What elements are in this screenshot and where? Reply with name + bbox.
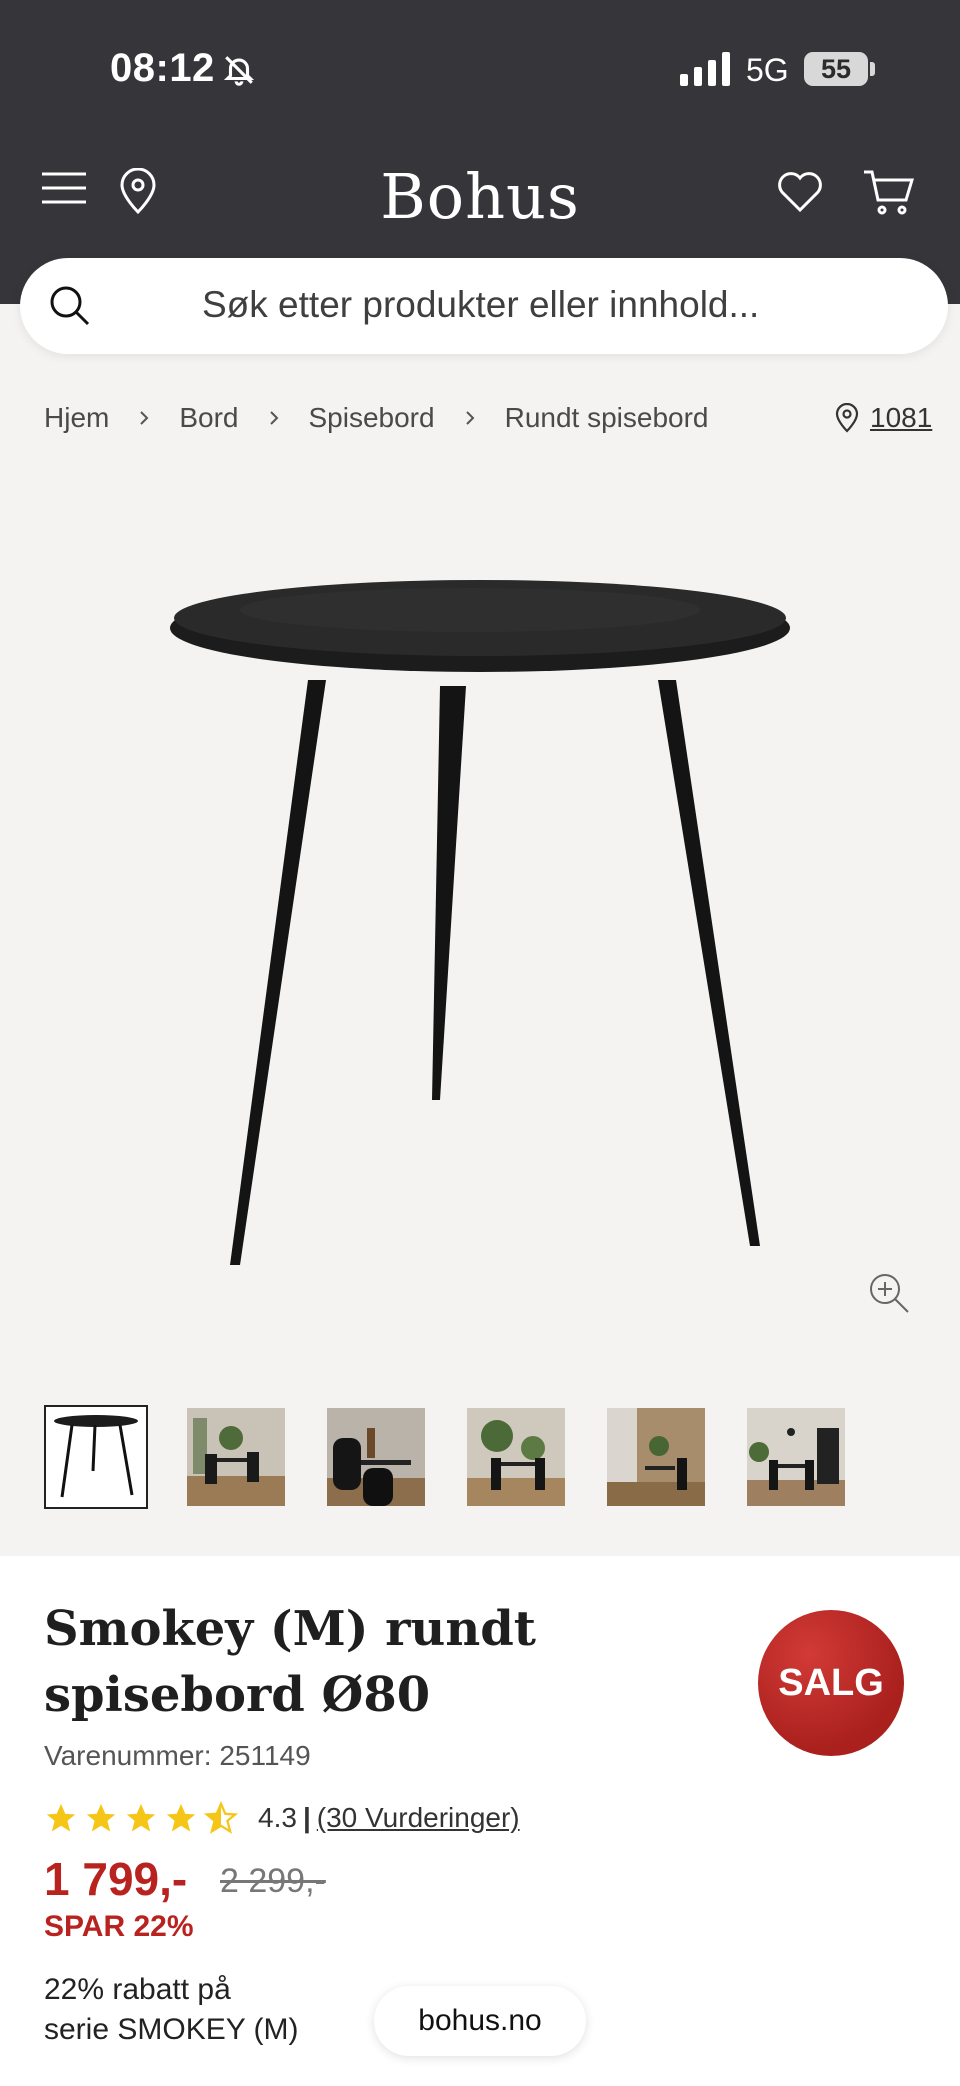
star-icon	[126, 1803, 156, 1832]
rating-count-link[interactable]: (30 Vurderinger)	[317, 1802, 520, 1834]
promo-text: 22% rabatt på serie SMOKEY (M)	[44, 1970, 344, 2050]
breadcrumb-item-bord[interactable]: Bord	[179, 402, 238, 434]
store-selector[interactable]: 1081	[834, 398, 932, 438]
search-placeholder: Søk etter produkter eller innhold...	[202, 284, 760, 325]
thumbnail-6[interactable]	[747, 1408, 845, 1506]
breadcrumb: Hjem Bord Spisebord Rundt spisebord	[44, 398, 709, 438]
sale-badge: SALG	[758, 1610, 904, 1756]
breadcrumb-item-home[interactable]: Hjem	[44, 402, 109, 434]
battery-indicator: 55	[804, 52, 868, 86]
bohus-logo[interactable]: Bohus	[330, 160, 630, 233]
star-icon	[46, 1803, 76, 1832]
nav-bar: Bohus	[0, 140, 960, 250]
status-time: 08:12	[110, 46, 215, 90]
product-title: Smokey (M) rundt spisebord Ø80	[44, 1601, 536, 1723]
location-pin-icon[interactable]	[118, 168, 158, 214]
browser-url-pill[interactable]: bohus.no	[374, 1986, 586, 2056]
thumbnail-room-image	[467, 1408, 565, 1506]
chevron-right-icon	[465, 411, 475, 425]
thumbnail-3[interactable]	[327, 1408, 425, 1506]
bell-slash-icon	[223, 56, 255, 86]
store-number: 1081	[870, 402, 933, 433]
chevron-right-icon	[269, 411, 278, 425]
star-icon	[166, 1803, 196, 1832]
search-icon	[50, 286, 90, 326]
star-icon	[86, 1803, 116, 1832]
promo-line-2: serie SMOKEY (M)	[44, 2013, 299, 2046]
thumbnail-room-image	[187, 1408, 285, 1506]
star-half-icon	[204, 1801, 238, 1834]
search-bar[interactable]: Søk etter produkter eller innhold...	[20, 258, 948, 354]
zoom-in-icon[interactable]	[868, 1272, 910, 1314]
thumbnail-5[interactable]	[607, 1408, 705, 1506]
rating-separator: |	[302, 1802, 311, 1833]
signal-icon	[680, 52, 730, 86]
product-discount: SPAR 22%	[44, 1910, 194, 1943]
chevron-right-icon	[140, 411, 149, 425]
status-bar: 08:12 5G 55	[0, 0, 960, 140]
thumbnail-chairs-image	[327, 1408, 425, 1506]
rating-stars	[44, 1801, 244, 1835]
product-rating: 4.3 | (30 Vurderinger)	[44, 1798, 520, 1838]
thumbnail-room-image	[747, 1408, 845, 1506]
menu-icon[interactable]	[42, 168, 86, 208]
product-image[interactable]	[0, 460, 960, 1360]
thumbnail-2[interactable]	[187, 1408, 285, 1506]
breadcrumb-item-rundt-spisebord[interactable]: Rundt spisebord	[505, 402, 709, 434]
product-old-price: 2 299,-	[220, 1862, 326, 1900]
thumbnail-room-image	[607, 1408, 705, 1506]
promo-line-1: 22% rabatt på	[44, 1973, 231, 2006]
network-type: 5G	[746, 52, 789, 88]
product-price: 1 799,-	[44, 1853, 188, 1905]
thumbnail-1[interactable]	[44, 1405, 148, 1509]
battery-tip	[870, 62, 875, 76]
heart-icon[interactable]	[776, 168, 824, 214]
breadcrumb-item-spisebord[interactable]: Spisebord	[309, 402, 435, 434]
thumbnail-table-image	[54, 1415, 138, 1498]
location-pin-icon	[835, 403, 859, 433]
rating-value: 4.3	[258, 1802, 297, 1833]
cart-icon[interactable]	[862, 168, 914, 216]
product-sku: Varenummer: 251149	[44, 1740, 311, 1771]
thumbnail-4[interactable]	[467, 1408, 565, 1506]
